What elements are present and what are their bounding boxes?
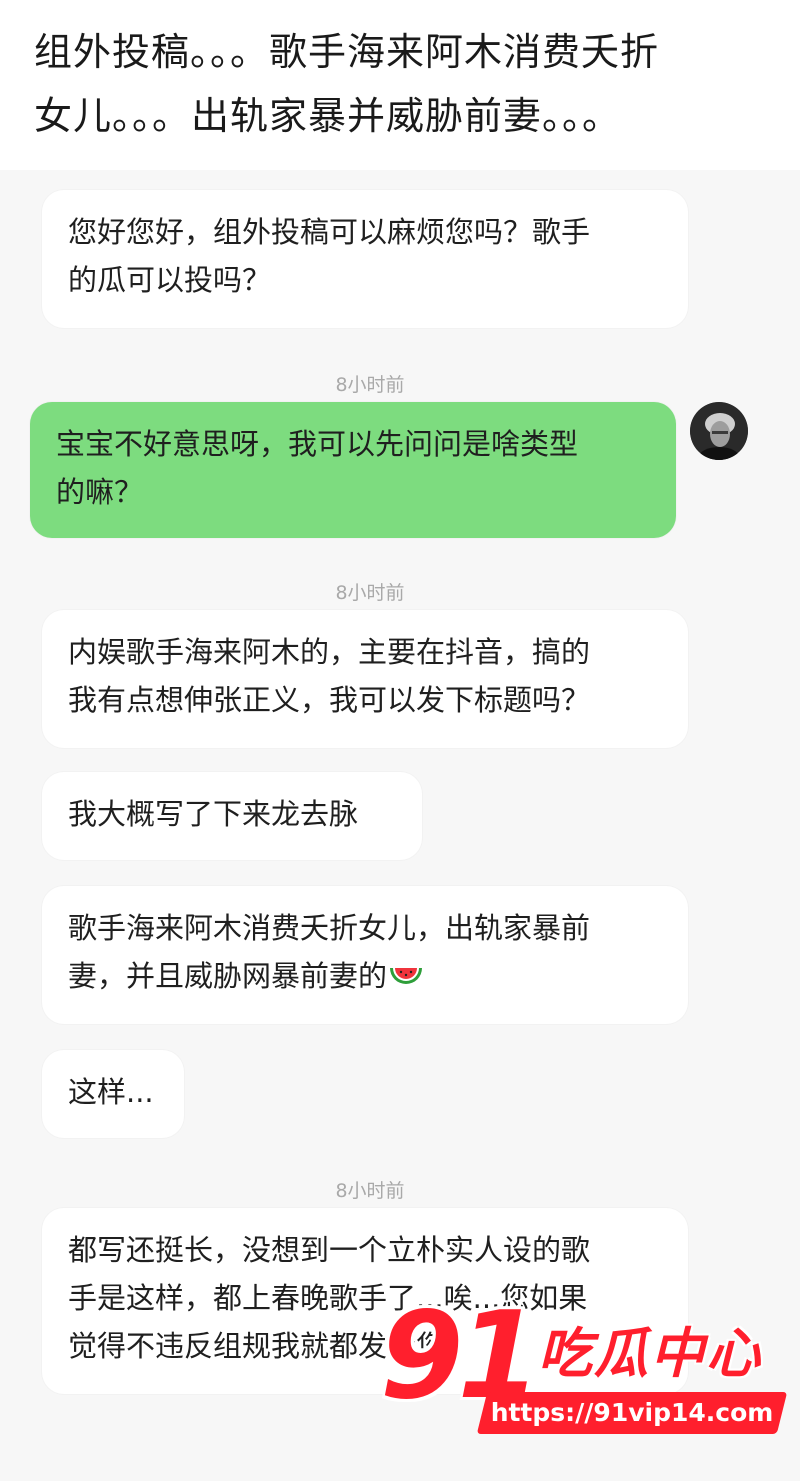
headline-line-2: 女儿。。。出轨家暴并威胁前妻。。。 [34, 94, 622, 138]
watermark-url: https://91vip14.com [490, 1398, 774, 1427]
message-line: 的瓜可以投吗？ [68, 263, 272, 297]
message-bubble-received[interactable]: 这样... [42, 1050, 184, 1138]
watermelon-icon [390, 968, 423, 984]
message-line: 宝宝不好意思呀，我可以先问问是啥类型 [56, 427, 579, 461]
message-bubble-received[interactable]: 内娱歌手海来阿木的，主要在抖音，搞的 我有点想伸张正义，我可以发下标题吗？ [42, 610, 688, 748]
message-bubble-received[interactable]: 您好您好，组外投稿可以麻烦您吗？歌手 的瓜可以投吗？ [42, 190, 688, 328]
message-line: 内娱歌手海来阿木的，主要在抖音，搞的 [68, 635, 591, 669]
timestamp: 8小时前 [335, 582, 405, 604]
message-line: 我大概写了下来龙去脉 [68, 797, 359, 831]
post-headline: 组外投稿。。。歌手海来阿木消费夭折 女儿。。。出轨家暴并威胁前妻。。。 [34, 20, 774, 148]
message-line: 妻，并且威胁网暴前妻的 [68, 952, 662, 1000]
user-avatar[interactable] [690, 402, 748, 460]
message-bubble-sent[interactable]: 宝宝不好意思呀，我可以先问问是啥类型 的嘛？ [30, 402, 676, 538]
message-bubble-received[interactable]: 歌手海来阿木消费夭折女儿，出轨家暴前 妻，并且威胁网暴前妻的 [42, 886, 688, 1024]
timestamp: 8小时前 [335, 374, 405, 396]
headline-line-1: 组外投稿。。。歌手海来阿木消费夭折 [34, 30, 660, 74]
message-bubble-received[interactable]: 我大概写了下来龙去脉 [42, 772, 422, 860]
watermark-title: 吃瓜中心 [538, 1322, 762, 1385]
message-line: 歌手海来阿木消费夭折女儿，出轨家暴前 [68, 911, 591, 945]
message-line: 您好您好，组外投稿可以麻烦您吗？歌手 [68, 215, 591, 249]
message-line: 这样... [68, 1075, 154, 1109]
message-line: 都写还挺长，没想到一个立朴实人设的歌 [68, 1233, 591, 1267]
message-line: 的嘛？ [56, 475, 144, 509]
chat-screenshot: 组外投稿。。。歌手海来阿木消费夭折 女儿。。。出轨家暴并威胁前妻。。。 您好您好… [0, 0, 800, 1481]
watermark-url-banner: https://91vip14.com [476, 1392, 788, 1434]
message-line: 我有点想伸张正义，我可以发下标题吗？ [68, 683, 591, 717]
message-text: 妻，并且威胁网暴前妻的 [68, 959, 388, 993]
avatar-portrait-icon [690, 402, 748, 460]
site-watermark: 91 吃瓜中心 https://91vip14.com [380, 1292, 790, 1442]
timestamp: 8小时前 [335, 1180, 405, 1202]
